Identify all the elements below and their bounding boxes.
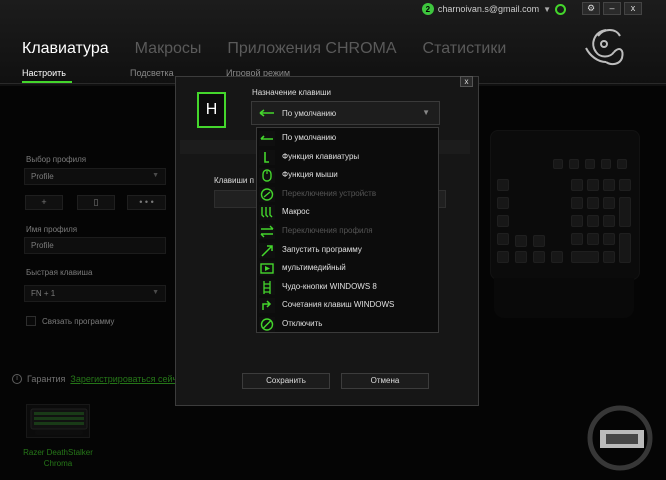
windows8-charms-icon — [259, 279, 275, 295]
windows-shortcut-icon — [259, 298, 275, 314]
disable-icon — [259, 317, 275, 332]
menu-item-label: Переключения профиля — [282, 226, 373, 235]
device-switch-icon — [259, 186, 275, 202]
menu-item-default[interactable]: По умолчанию — [257, 129, 438, 148]
menu-item-label: Сочетания клавиш WINDOWS — [282, 300, 395, 310]
assignment-dropdown-menu: По умолчанию Функция клавиатуры Функция … — [256, 127, 439, 333]
assignment-select[interactable]: По умолчанию ▼ — [251, 101, 440, 125]
account-dropdown-icon[interactable]: ▼ — [543, 5, 551, 14]
menu-item-label: Чудо-кнопки WINDOWS 8 — [282, 281, 377, 291]
close-window-button[interactable]: x — [624, 2, 642, 15]
subtab-customize[interactable]: Настроить — [22, 68, 66, 78]
menu-item-label: Отключить — [282, 319, 323, 328]
menu-item-multimedia[interactable]: мультимедийный — [257, 259, 438, 278]
menu-item-device-switch: Переключения устройств — [257, 185, 438, 204]
save-button[interactable]: Сохранить — [242, 373, 330, 389]
menu-item-macro[interactable]: Макрос — [257, 203, 438, 222]
assignment-value: По умолчанию — [282, 109, 337, 118]
menu-item-windows-shortcuts[interactable]: Сочетания клавиш WINDOWS — [257, 296, 438, 315]
shortcut-keys-label: Клавиши п — [214, 176, 254, 185]
subtab-lighting[interactable]: Подсветка — [130, 68, 174, 78]
keyboard-function-icon — [259, 149, 275, 165]
menu-item-disable[interactable]: Отключить — [257, 315, 438, 334]
minimize-button[interactable]: – — [603, 2, 621, 15]
sync-icon[interactable] — [555, 3, 566, 15]
macro-icon — [259, 205, 275, 221]
menu-item-label: Запустить программу — [282, 244, 362, 254]
default-icon — [259, 109, 274, 117]
default-icon — [259, 131, 275, 146]
menu-item-profile-switch: Переключения профиля — [257, 222, 438, 241]
cancel-button[interactable]: Отмена — [341, 373, 429, 389]
settings-button[interactable]: ⚙ — [582, 2, 600, 15]
menu-item-keyboard-function[interactable]: Функция клавиатуры — [257, 148, 438, 167]
mouse-icon — [259, 168, 275, 184]
notification-badge[interactable]: 2 — [421, 3, 434, 15]
account-area[interactable]: 2 charnoivan.s@gmail.com ▼ — [421, 3, 566, 15]
menu-item-label: Функция мыши — [282, 170, 338, 180]
launch-program-icon — [259, 242, 275, 258]
tab-macros[interactable]: Макросы — [135, 40, 202, 58]
menu-item-label: Переключения устройств — [282, 188, 377, 198]
watermark-logo-icon — [587, 405, 653, 471]
tab-chroma-apps[interactable]: Приложения CHROMA — [227, 40, 396, 58]
menu-item-label: мультимедийный — [282, 263, 346, 273]
menu-item-windows8-charms[interactable]: Чудо-кнопки WINDOWS 8 — [257, 278, 438, 297]
menu-item-mouse-function[interactable]: Функция мыши — [257, 166, 438, 185]
tab-keyboard[interactable]: Клавиатура — [22, 40, 109, 58]
profile-switch-icon — [259, 224, 275, 239]
menu-item-label: Макрос — [282, 207, 310, 217]
top-bar: 2 charnoivan.s@gmail.com ▼ ⚙ – x Клавиат… — [0, 0, 666, 86]
multimedia-icon — [259, 261, 275, 277]
tab-statistics[interactable]: Статистики — [423, 40, 507, 58]
account-email[interactable]: charnoivan.s@gmail.com — [438, 4, 539, 14]
chevron-down-icon: ▼ — [422, 108, 430, 117]
main-nav: Клавиатура Макросы Приложения CHROMA Ста… — [22, 40, 532, 58]
menu-item-launch-program[interactable]: Запустить программу — [257, 241, 438, 260]
selected-key: H — [197, 92, 226, 128]
dialog-close-button[interactable]: x — [460, 76, 473, 87]
menu-item-label: По умолчанию — [282, 133, 337, 142]
active-subtab-indicator — [22, 81, 72, 83]
assignment-label: Назначение клавиши — [252, 88, 331, 97]
menu-item-label: Функция клавиатуры — [282, 151, 360, 161]
